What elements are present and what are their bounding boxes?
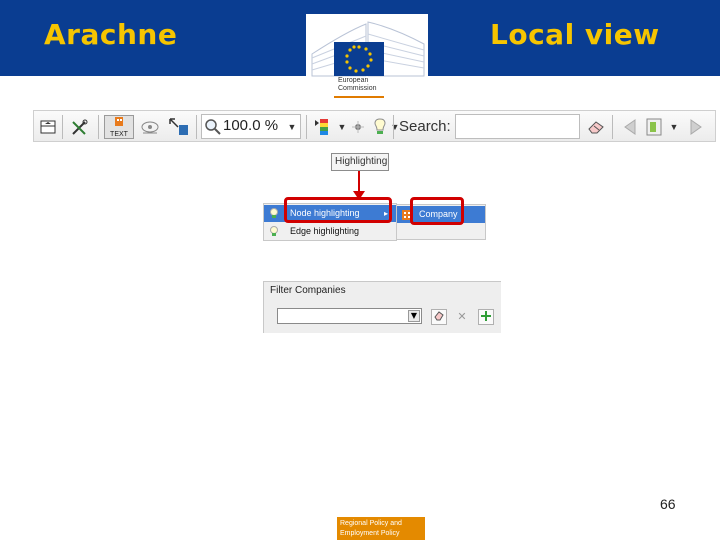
slide-title: Arachne — [44, 18, 178, 51]
highlight-box-node — [284, 197, 392, 223]
footer-line2: Employment Policy — [340, 530, 400, 537]
footer-line1: Regional Policy and — [340, 520, 402, 527]
filter-companies-panel: Filter Companies ▼ ✕ — [263, 281, 501, 333]
filter-companies-select[interactable]: ▼ — [277, 308, 422, 324]
color-scale-chevron-icon[interactable]: ▼ — [336, 115, 348, 139]
search-input[interactable] — [455, 114, 580, 139]
toolbar-separator — [62, 115, 63, 139]
zoom-dropdown-chevron-icon[interactable]: ▼ — [284, 115, 300, 139]
clear-search-eraser-icon[interactable] — [584, 115, 608, 139]
slide-subtitle: Local view — [490, 18, 660, 51]
page-number: 66 — [660, 496, 676, 512]
filter-add-icon[interactable] — [478, 309, 494, 325]
toolbar-separator — [306, 115, 307, 139]
european-commission-logo: European Commission — [306, 14, 428, 100]
search-label: Search: — [399, 118, 451, 135]
history-icon[interactable] — [643, 115, 669, 139]
history-chevron-icon[interactable]: ▼ — [668, 115, 680, 139]
filter-remove-icon[interactable]: ✕ — [454, 309, 470, 325]
logo-text-line2: Commission — [338, 85, 377, 92]
highlight-box-company — [410, 197, 464, 225]
node-bulb-icon — [268, 207, 280, 219]
tools-icon[interactable] — [68, 115, 92, 139]
visibility-icon[interactable] — [138, 115, 162, 139]
filter-title: Filter Companies — [270, 285, 346, 296]
callout-arrow-line — [358, 171, 360, 193]
text-toggle-button[interactable]: TEXT — [104, 115, 134, 139]
footer-dg-label: Regional Policy and Employment Policy — [337, 517, 425, 540]
graph-toolbar: TEXT 100.0 % ▼ ▼ ▼ Search: ▼ — [33, 110, 716, 142]
zoom-magnifier-icon — [203, 115, 223, 139]
highlighting-tooltip: Highlighting — [331, 153, 389, 171]
logo-text-line1: European — [338, 77, 369, 84]
menu-item-label: Edge highlighting — [290, 226, 360, 236]
text-toggle-label: TEXT — [110, 131, 129, 138]
export-icon[interactable] — [166, 115, 192, 139]
filter-clear-eraser-icon[interactable] — [431, 309, 447, 325]
edge-bulb-icon — [268, 225, 280, 237]
back-arrow-icon[interactable] — [619, 115, 641, 139]
forward-arrow-icon[interactable] — [684, 115, 708, 139]
toolbar-separator — [612, 115, 613, 139]
logo-underline — [334, 96, 384, 98]
filter-dropdown-chevron-icon[interactable]: ▼ — [408, 310, 420, 322]
zoom-value: 100.0 % — [223, 117, 279, 134]
layout-toggle-icon[interactable] — [38, 115, 58, 139]
toolbar-separator — [98, 115, 99, 139]
color-scale-icon[interactable] — [312, 115, 334, 139]
highlighting-bulb-icon[interactable] — [370, 115, 390, 139]
attribute-icon[interactable] — [350, 115, 366, 139]
menu-item-edge-highlighting[interactable]: Edge highlighting — [264, 223, 396, 240]
toolbar-separator — [393, 115, 394, 139]
toolbar-separator — [196, 115, 197, 139]
